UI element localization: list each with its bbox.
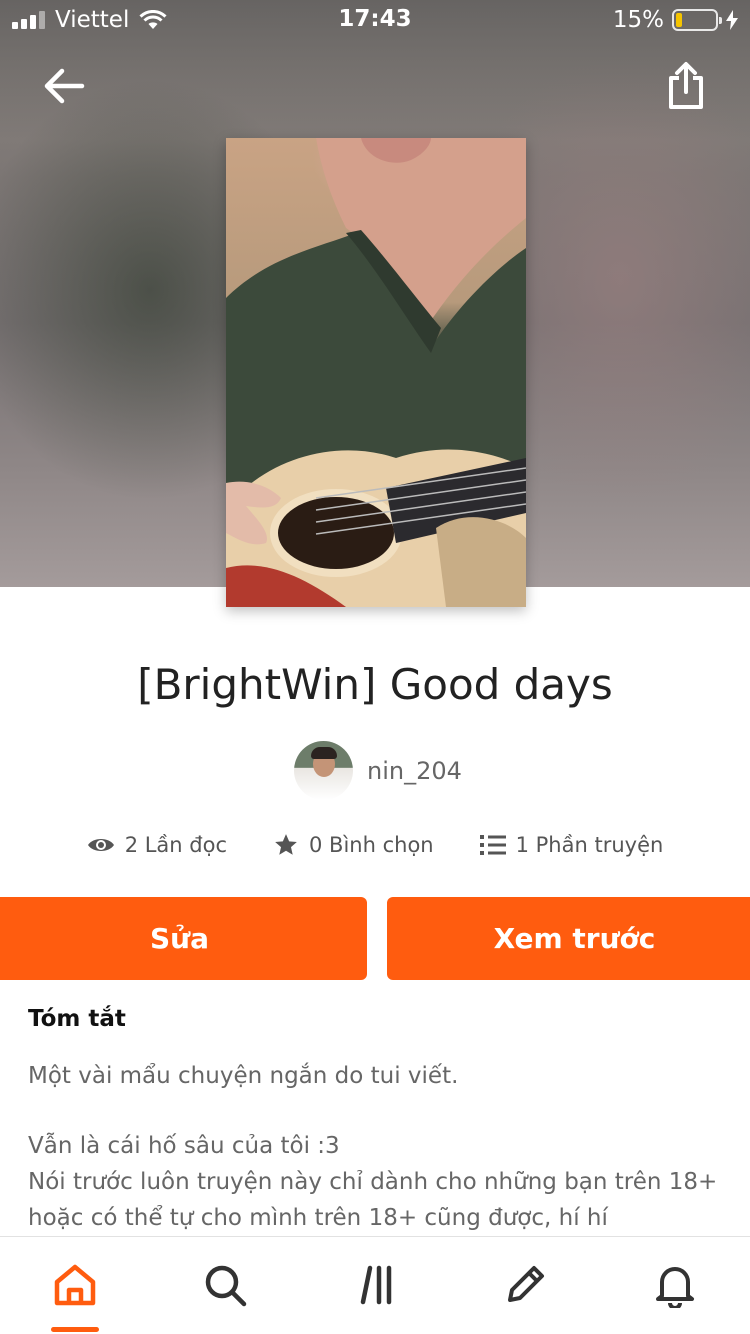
- summary-line: Vẫn là cái hố sâu của tôi :3: [28, 1133, 340, 1159]
- notifications-icon: [656, 1267, 694, 1308]
- edit-button[interactable]: Sửa: [0, 897, 367, 980]
- home-icon: [54, 1264, 96, 1306]
- arrow-left-icon: [44, 68, 85, 104]
- bottom-tab-bar: [0, 1236, 750, 1334]
- votes-stat: 0 Bình chọn: [273, 832, 434, 858]
- charging-icon: [726, 10, 738, 30]
- back-button[interactable]: [36, 58, 92, 114]
- author-avatar[interactable]: [294, 741, 353, 800]
- votes-count: 0 Bình chọn: [309, 833, 434, 857]
- summary-text: Một vài mẩu chuyện ngắn do tui viết. Vẫn…: [28, 1058, 728, 1236]
- tab-home[interactable]: [45, 1255, 105, 1315]
- summary-line: Nói trước luôn truyện này chỉ dành cho n…: [28, 1169, 718, 1195]
- reads-stat: 2 Lần đọc: [87, 832, 227, 858]
- author-name[interactable]: nin_204: [367, 757, 462, 785]
- preview-button[interactable]: Xem trước: [387, 897, 750, 980]
- parts-count: 1 Phần truyện: [515, 833, 664, 857]
- battery-icon: [672, 9, 722, 31]
- tab-library[interactable]: [347, 1255, 407, 1315]
- story-stats: 2 Lần đọc 0 Bình chọn 1 Phần truyện: [0, 832, 750, 858]
- battery-level: [676, 13, 682, 27]
- library-icon: [360, 1265, 392, 1305]
- tab-write[interactable]: [495, 1255, 555, 1315]
- eye-icon: [87, 839, 114, 851]
- summary-line: hoặc có thể tự cho mình trên 18+ cũng đư…: [28, 1205, 608, 1231]
- battery-percent: 15%: [612, 7, 664, 33]
- author-link[interactable]: nin_204: [294, 741, 462, 800]
- status-bar: Viettel 17:43 15%: [0, 0, 750, 40]
- summary-line: Một vài mẩu chuyện ngắn do tui viết.: [28, 1063, 459, 1089]
- story-title: [BrightWin] Good days: [137, 660, 613, 709]
- reads-count: 2 Lần đọc: [124, 833, 228, 857]
- summary-heading: Tóm tắt: [28, 1006, 126, 1032]
- list-icon: [479, 835, 506, 855]
- tab-notifications[interactable]: [645, 1255, 705, 1315]
- parts-stat: 1 Phần truyện: [479, 832, 664, 858]
- tab-search[interactable]: [195, 1255, 255, 1315]
- active-tab-indicator: [51, 1327, 99, 1332]
- star-icon: [275, 834, 297, 855]
- share-icon: [669, 62, 703, 109]
- story-cover-image: [226, 138, 526, 607]
- share-button[interactable]: [658, 58, 714, 114]
- search-icon: [205, 1265, 247, 1307]
- write-icon: [508, 1266, 544, 1302]
